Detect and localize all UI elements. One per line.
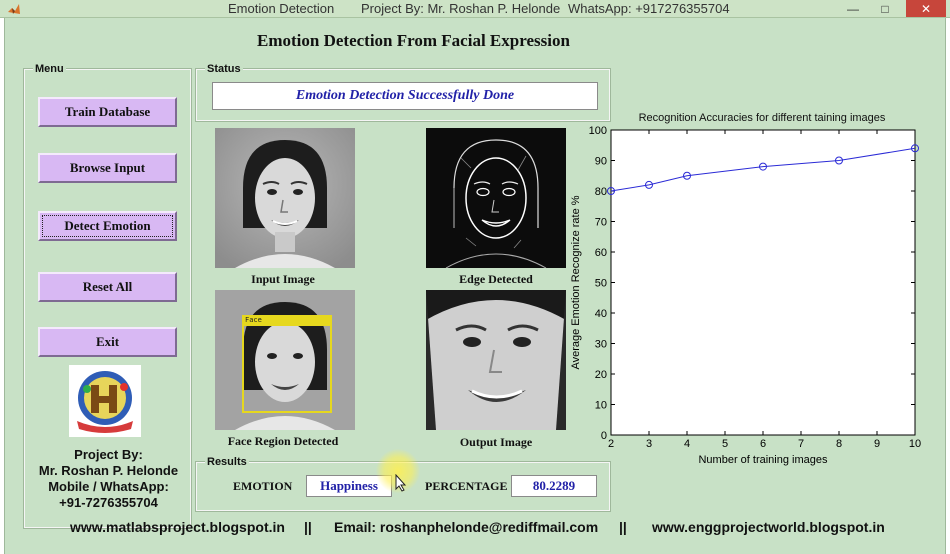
x-tick-label: 8 bbox=[836, 438, 842, 450]
y-tick-label: 0 bbox=[601, 430, 607, 442]
x-axis-label: Number of training images bbox=[698, 454, 828, 466]
y-tick-label: 100 bbox=[589, 125, 607, 137]
y-tick-label: 20 bbox=[595, 369, 607, 381]
y-axis-label: Average Emotion Recognize rate % bbox=[570, 195, 582, 369]
accuracy-chart: 2 3 4 5 6 7 8 9 100102030405060708090100Number o… bbox=[570, 125, 921, 466]
x-tick-label: 7 bbox=[798, 438, 804, 450]
x-tick-label: 10 bbox=[909, 438, 921, 450]
plot-area bbox=[610, 129, 916, 436]
footer-separator-2: || bbox=[619, 519, 627, 535]
y-tick-label: 60 bbox=[595, 247, 607, 259]
footer-email: Email: roshanphelonde@rediffmail.com bbox=[334, 519, 599, 535]
x-tick-label: 3 bbox=[646, 438, 652, 450]
y-tick-label: 40 bbox=[595, 308, 607, 320]
y-tick-label: 90 bbox=[595, 156, 607, 168]
y-tick-label: 50 bbox=[595, 278, 607, 290]
y-tick-label: 10 bbox=[595, 400, 607, 412]
footer-website-1: www.matlabsproject.blogspot.in bbox=[70, 519, 285, 535]
y-tick-label: 80 bbox=[595, 186, 607, 198]
y-tick-label: 30 bbox=[595, 339, 607, 351]
x-tick-label: 9 bbox=[874, 438, 880, 450]
footer-website-2: www.enggprojectworld.blogspot.in bbox=[652, 519, 885, 535]
x-tick-label: 6 bbox=[760, 438, 766, 450]
x-tick-label: 2 bbox=[608, 438, 614, 450]
footer-separator-1: || bbox=[304, 519, 312, 535]
x-tick-label: 4 bbox=[684, 438, 690, 450]
y-tick-label: 70 bbox=[595, 217, 607, 229]
x-tick-label: 5 bbox=[722, 438, 728, 450]
